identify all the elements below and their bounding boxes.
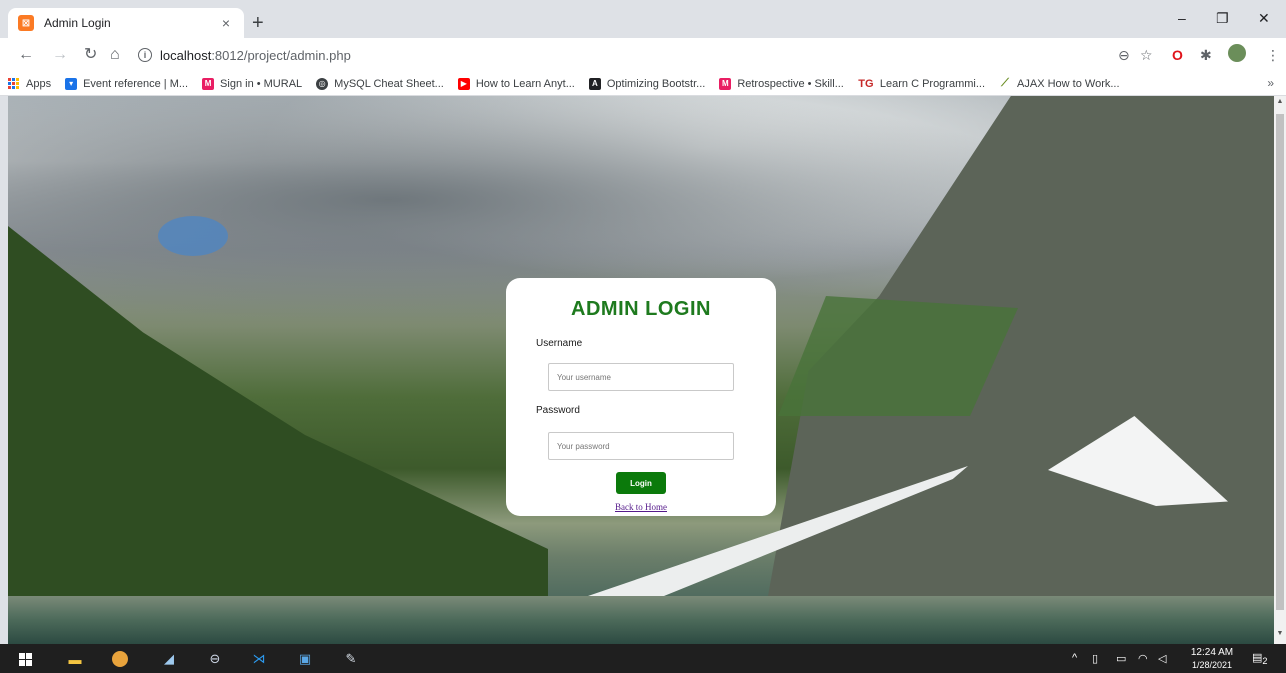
browser-toolbar: ← → ↻ ⌂ i localhost:8012/project/admin.p… [0, 38, 1286, 72]
username-label: Username [536, 338, 583, 349]
bookmark-favicon-icon: ▾ [65, 77, 78, 90]
bookmark-item[interactable]: M Sign in • MURAL [202, 77, 303, 90]
background-sky [158, 216, 228, 256]
zoom-icon[interactable]: ⊖ [1118, 47, 1130, 64]
tab-title: Admin Login [44, 16, 111, 30]
app-icon[interactable]: ◢ [160, 650, 178, 668]
photos-icon[interactable]: ▣ [296, 650, 314, 668]
taskbar-clock[interactable]: 12:24 AM 1/28/2021 [1186, 647, 1238, 671]
bookmark-item[interactable]: A Optimizing Bootstr... [588, 77, 706, 90]
bookmark-item[interactable]: ▶ How to Learn Anyt... [457, 77, 575, 90]
bookmark-item[interactable]: M Retrospective • Skill... [719, 77, 844, 90]
bookmark-label: How to Learn Anyt... [475, 77, 575, 90]
bookmark-apps[interactable]: Apps [8, 77, 52, 90]
clock-time: 12:24 AM [1190, 647, 1234, 658]
url-host: localhost [160, 47, 212, 63]
xampp-favicon-icon: ⊠ [18, 15, 34, 31]
scroll-down-icon[interactable]: ▼ [1274, 630, 1286, 637]
tray-chevron-up-icon[interactable]: ^ [1072, 652, 1077, 664]
bookmark-item[interactable]: ⟋ AJAX How to Work... [999, 77, 1120, 90]
login-title: ADMIN LOGIN [571, 298, 711, 320]
notification-center-icon[interactable]: ▤2 [1252, 651, 1268, 666]
file-explorer-icon[interactable]: ▬ [66, 650, 84, 668]
new-tab-button[interactable]: + [252, 13, 264, 33]
password-label: Password [536, 405, 580, 416]
reload-icon[interactable]: ↻ [84, 46, 97, 64]
chrome-icon[interactable] [112, 651, 128, 667]
bookmark-favicon-icon: ⟋ [1001, 77, 1009, 89]
opera-extension-icon[interactable]: O [1172, 47, 1183, 63]
forward-arrow-icon[interactable]: → [52, 46, 68, 64]
extensions-puzzle-icon[interactable]: ✱ [1200, 47, 1212, 64]
bookmark-favicon-icon: TG [858, 77, 874, 90]
windows-taskbar: ▬ ◢ ⊖ ⋊ ▣ ✎ ^ ▯ ▭ ◠ ◁ 12:24 AM 1/28/2021… [0, 644, 1286, 673]
bookmark-item[interactable]: ◎ MySQL Cheat Sheet... [316, 77, 444, 90]
info-icon[interactable]: i [138, 48, 152, 62]
tray-device-icon[interactable]: ▯ [1092, 652, 1098, 665]
youtube-icon: ▶ [457, 77, 470, 90]
restore-button[interactable]: ❐ [1216, 10, 1229, 27]
bookmark-label: Optimizing Bootstr... [606, 77, 706, 90]
windows-start-icon[interactable] [16, 650, 34, 668]
apps-grid-icon [8, 77, 20, 90]
bookmark-favicon-icon: M [202, 77, 215, 90]
paint-icon[interactable]: ✎ [342, 650, 360, 668]
close-window-button[interactable]: ✕ [1258, 10, 1270, 27]
login-button[interactable]: Login [616, 472, 666, 494]
username-input[interactable] [548, 363, 734, 391]
login-card: ADMIN LOGIN Username Password Login Back… [506, 278, 776, 516]
bookmark-label: Retrospective • Skill... [737, 77, 844, 90]
tab-admin-login[interactable]: ⊠ Admin Login × [8, 8, 244, 38]
bookmark-label: Learn C Programmi... [879, 77, 986, 90]
wifi-icon[interactable]: ◠ [1138, 652, 1148, 665]
url-path: :8012/project/admin.php [211, 47, 351, 63]
bookmark-label: MySQL Cheat Sheet... [334, 77, 444, 90]
scroll-thumb[interactable] [1276, 114, 1284, 610]
scroll-up-icon[interactable]: ▲ [1274, 98, 1286, 105]
page-viewport: ADMIN LOGIN Username Password Login Back… [8, 96, 1274, 644]
bookmark-label: Apps [26, 77, 52, 90]
address-bar[interactable]: i localhost:8012/project/admin.php [138, 43, 1160, 67]
tab-close-icon[interactable]: × [218, 15, 234, 31]
eclipse-icon[interactable]: ⊖ [206, 650, 224, 668]
minimize-button[interactable]: – [1178, 10, 1186, 26]
bookmark-item[interactable]: TG Learn C Programmi... [858, 78, 985, 90]
vscode-icon[interactable]: ⋊ [250, 650, 268, 668]
background-lake [8, 596, 1274, 644]
menu-dots-icon[interactable]: ⋮ [1266, 47, 1280, 64]
url-text[interactable]: localhost:8012/project/admin.php [160, 48, 351, 63]
profile-avatar-icon[interactable] [1228, 44, 1246, 62]
bookmark-favicon-icon: M [719, 77, 732, 90]
bookmark-label: Sign in • MURAL [220, 77, 303, 90]
back-to-home-link[interactable]: Back to Home [506, 502, 776, 512]
bookmark-label: AJAX How to Work... [1017, 77, 1120, 90]
page-scrollbar[interactable]: ▲ ▼ [1274, 96, 1286, 644]
star-bookmark-icon[interactable]: ☆ [1140, 47, 1153, 64]
clock-date: 1/28/2021 [1191, 660, 1233, 670]
notification-count: 2 [1262, 656, 1268, 667]
globe-icon: ◎ [316, 77, 329, 90]
home-icon[interactable]: ⌂ [110, 46, 120, 64]
volume-icon[interactable]: ◁ [1158, 652, 1166, 665]
password-input[interactable] [548, 432, 734, 460]
back-arrow-icon[interactable]: ← [18, 46, 34, 64]
bookmark-label: Event reference | M... [83, 77, 189, 90]
tray-battery-icon[interactable]: ▭ [1116, 652, 1126, 665]
bookmark-favicon-icon: A [588, 77, 601, 90]
tab-strip: ⊠ Admin Login × + – ❐ ✕ [0, 0, 1286, 38]
bookmark-item[interactable]: ▾ Event reference | M... [65, 77, 189, 90]
bookmarks-overflow-icon[interactable]: » [1267, 76, 1274, 90]
bookmarks-bar: Apps ▾ Event reference | M... M Sign in • … [0, 72, 1286, 96]
